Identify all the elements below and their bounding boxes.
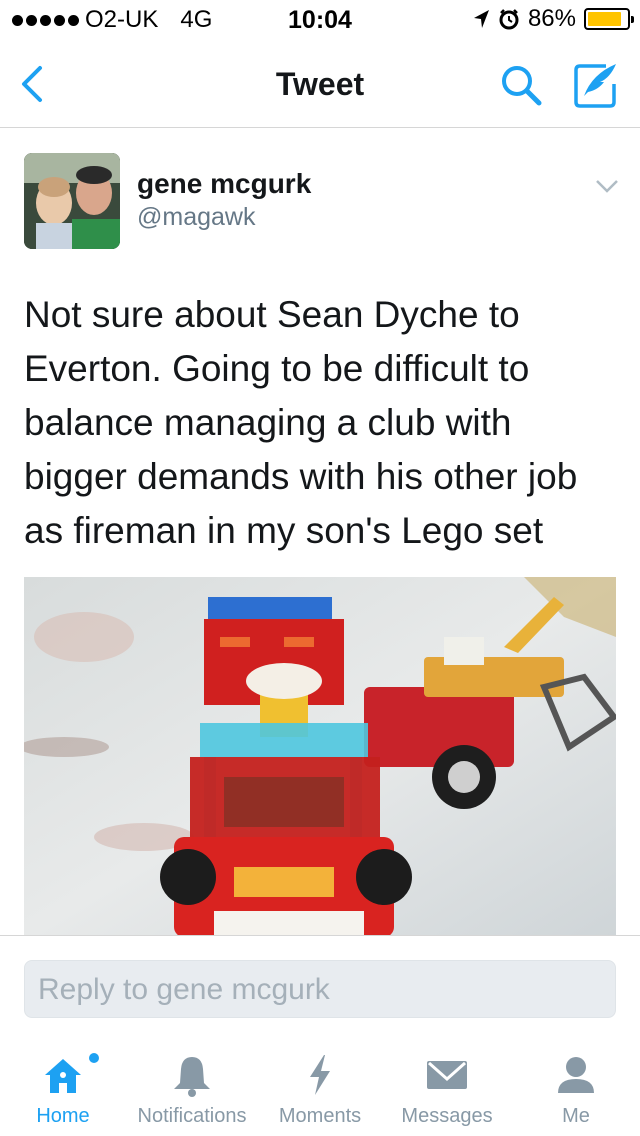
bell-icon xyxy=(174,1057,210,1097)
tab-moments[interactable]: Moments xyxy=(270,1037,370,1136)
tab-me[interactable]: Me xyxy=(540,1037,612,1136)
tab-messages[interactable]: Messages xyxy=(394,1037,500,1136)
tab-messages-label: Messages xyxy=(401,1105,493,1127)
author-handle[interactable]: @magawk xyxy=(137,203,255,232)
reply-area: Reply to gene mcgurk xyxy=(0,935,640,1037)
battery-icon xyxy=(584,8,634,30)
author-name[interactable]: gene mcgurk xyxy=(137,168,311,200)
tab-notifications-label: Notifications xyxy=(137,1105,247,1127)
reply-input[interactable]: Reply to gene mcgurk xyxy=(24,960,616,1018)
tab-bar: Home Notifications Moments Messages Me xyxy=(0,1037,640,1136)
chevron-down-icon[interactable] xyxy=(594,176,620,196)
tweet-media-image[interactable] xyxy=(24,577,616,935)
location-arrow-icon xyxy=(473,10,489,28)
lightning-icon xyxy=(310,1055,330,1095)
alarm-icon xyxy=(499,9,519,30)
nav-bar: Tweet xyxy=(0,40,640,128)
tweet-text: Not sure about Sean Dyche to Everton. Go… xyxy=(24,294,578,551)
home-icon xyxy=(45,1059,81,1093)
avatar-image xyxy=(24,153,120,249)
tab-me-label: Me xyxy=(562,1105,590,1127)
compose-icon[interactable] xyxy=(570,60,620,110)
lego-fire-truck-photo xyxy=(24,577,616,935)
tab-notifications[interactable]: Notifications xyxy=(128,1037,256,1136)
envelope-icon xyxy=(427,1061,467,1089)
home-notification-dot xyxy=(89,1053,99,1063)
search-icon[interactable] xyxy=(498,62,544,108)
tab-moments-label: Moments xyxy=(278,1105,362,1127)
battery-percent: 86% xyxy=(527,5,576,32)
avatar[interactable] xyxy=(24,153,120,249)
battery-fill xyxy=(588,12,621,26)
person-icon xyxy=(558,1057,594,1093)
status-right: 86% xyxy=(472,5,634,33)
tab-home[interactable]: Home xyxy=(14,1037,112,1136)
status-bar: O2-UK 4G 10:04 86% xyxy=(0,0,640,40)
page-title: Tweet xyxy=(275,66,365,102)
tab-home-label: Home xyxy=(36,1105,90,1127)
